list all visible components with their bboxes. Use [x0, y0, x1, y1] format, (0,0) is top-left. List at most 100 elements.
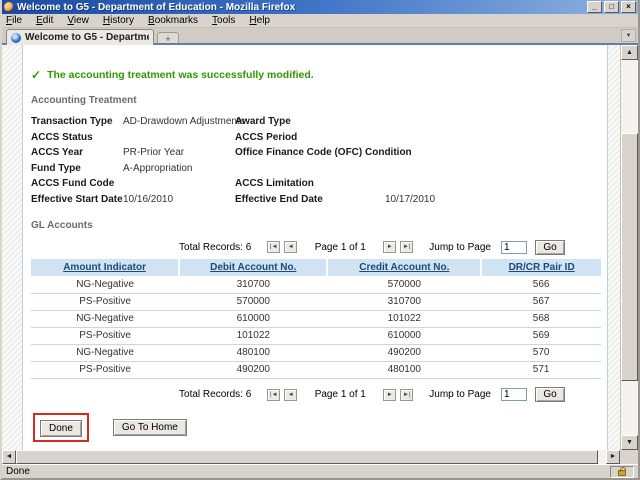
total-records: Total Records: 6 — [179, 242, 251, 253]
field-value: A-Appropriation — [123, 163, 235, 174]
cell: NG-Negative — [31, 276, 179, 293]
cell: 101022 — [179, 327, 327, 344]
go-button[interactable]: Go — [535, 387, 565, 402]
field-label: Fund Type — [31, 163, 123, 174]
pagination-top: Total Records: 6 |◄ ◄ Page 1 of 1 ► ►| J… — [31, 239, 565, 255]
vertical-scrollbar: ▲ ▼ — [620, 45, 638, 450]
menu-bar: File Edit View History Bookmarks Tools H… — [2, 14, 638, 28]
field-label: ACCS Limitation — [235, 178, 385, 189]
red-highlight-box: Done — [33, 413, 89, 442]
accounting-treatment-form: Transaction Type AD-Drawdown Adjustments… — [31, 114, 601, 207]
gl-accounts-table: Amount Indicator Debit Account No. Credi… — [31, 259, 601, 379]
header-debit-account[interactable]: Debit Account No. — [179, 259, 327, 276]
cell: 101022 — [327, 310, 481, 327]
scroll-right-icon[interactable]: ► — [606, 450, 620, 464]
field-label: Office Finance Code (OFC) Condition — [235, 147, 385, 158]
field-value: AD-Drawdown Adjustments — [123, 116, 235, 127]
cell: PS-Positive — [31, 361, 179, 378]
cell: PS-Positive — [31, 327, 179, 344]
tab-welcome-g5[interactable]: Welcome to G5 - Department of Edu... — [6, 29, 154, 45]
next-page-icon[interactable]: ► — [383, 389, 396, 401]
field-label: Effective End Date — [235, 194, 385, 205]
prev-page-icon[interactable]: ◄ — [284, 389, 297, 401]
cell: 570 — [481, 344, 601, 361]
horizontal-scroll-thumb[interactable] — [16, 450, 598, 464]
cell: 568 — [481, 310, 601, 327]
next-page-icon[interactable]: ► — [383, 241, 396, 253]
field-label: ACCS Status — [31, 132, 123, 143]
cell: 567 — [481, 293, 601, 310]
header-amount-indicator[interactable]: Amount Indicator — [31, 259, 179, 276]
window-title: Welcome to G5 - Department of Education … — [17, 2, 584, 13]
menu-history[interactable]: History — [103, 15, 134, 26]
first-page-icon[interactable]: |◄ — [267, 389, 280, 401]
cell: NG-Negative — [31, 344, 179, 361]
menu-view[interactable]: View — [67, 15, 89, 26]
menu-bookmarks[interactable]: Bookmarks — [148, 15, 198, 26]
menu-tools[interactable]: Tools — [212, 15, 235, 26]
table-row: NG-Negative 310700 570000 566 — [31, 276, 601, 293]
scrollbar-corner — [620, 450, 638, 464]
go-button[interactable]: Go — [535, 240, 565, 255]
cell: PS-Positive — [31, 293, 179, 310]
last-page-icon[interactable]: ►| — [400, 241, 413, 253]
cell: 490200 — [327, 344, 481, 361]
vertical-scroll-thumb[interactable] — [621, 133, 638, 381]
restore-icon[interactable]: □ — [604, 1, 619, 13]
field-value: PR-Prior Year — [123, 147, 235, 158]
first-page-icon[interactable]: |◄ — [267, 241, 280, 253]
header-credit-account[interactable]: Credit Account No. — [327, 259, 481, 276]
total-records: Total Records: 6 — [179, 389, 251, 400]
go-to-home-button[interactable]: Go To Home — [113, 419, 187, 436]
scroll-down-icon[interactable]: ▼ — [621, 435, 638, 450]
vertical-scroll-track[interactable] — [621, 60, 638, 435]
jump-to-page-label: Jump to Page — [429, 389, 491, 400]
field-label: Award Type — [235, 116, 385, 127]
cell: 610000 — [327, 327, 481, 344]
last-page-icon[interactable]: ►| — [400, 389, 413, 401]
cell: 571 — [481, 361, 601, 378]
cell: 480100 — [179, 344, 327, 361]
menu-edit[interactable]: Edit — [36, 15, 53, 26]
tab-strip: Welcome to G5 - Department of Edu... + ▼ — [2, 28, 638, 45]
security-panel[interactable] — [610, 466, 634, 478]
menu-file[interactable]: File — [6, 15, 22, 26]
section-accounting-treatment: Accounting Treatment — [31, 95, 601, 106]
success-message: ✓ The accounting treatment was successfu… — [31, 68, 601, 82]
tab-label: Welcome to G5 - Department of Edu... — [25, 32, 149, 43]
status-bar: Done — [2, 464, 638, 478]
prev-page-icon[interactable]: ◄ — [284, 241, 297, 253]
list-all-tabs-icon[interactable]: ▼ — [621, 29, 636, 42]
cell: 490200 — [179, 361, 327, 378]
field-label: Transaction Type — [31, 116, 123, 127]
done-button[interactable]: Done — [40, 420, 82, 437]
page-status: Page 1 of 1 — [309, 389, 371, 400]
close-icon[interactable]: × — [621, 1, 636, 13]
jump-to-page-input[interactable] — [501, 388, 527, 401]
menu-help[interactable]: Help — [249, 15, 270, 26]
minimize-icon[interactable]: _ — [587, 1, 602, 13]
cell: 480100 — [327, 361, 481, 378]
page-status: Page 1 of 1 — [309, 242, 371, 253]
status-text: Done — [6, 466, 610, 477]
cell: 570000 — [327, 276, 481, 293]
table-row: NG-Negative 610000 101022 568 — [31, 310, 601, 327]
action-buttons: Done Go To Home — [31, 413, 601, 442]
cell: 569 — [481, 327, 601, 344]
jump-to-page-input[interactable] — [501, 241, 527, 254]
table-row: PS-Positive 570000 310700 567 — [31, 293, 601, 310]
cell: 610000 — [179, 310, 327, 327]
scroll-up-icon[interactable]: ▲ — [621, 45, 638, 60]
field-value: 10/17/2010 — [385, 194, 601, 205]
header-pair-id[interactable]: DR/CR Pair ID — [481, 259, 601, 276]
horizontal-scroll-track[interactable] — [16, 450, 606, 464]
horizontal-scrollbar: ◄ ► — [2, 450, 620, 464]
firefox-icon — [4, 2, 14, 12]
cell: NG-Negative — [31, 310, 179, 327]
table-header-row: Amount Indicator Debit Account No. Credi… — [31, 259, 601, 276]
title-bar: Welcome to G5 - Department of Education … — [2, 0, 638, 14]
table-row: NG-Negative 480100 490200 570 — [31, 344, 601, 361]
page-background: ✓ The accounting treatment was successfu… — [2, 45, 620, 450]
table-row: PS-Positive 490200 480100 571 — [31, 361, 601, 378]
scroll-left-icon[interactable]: ◄ — [2, 450, 16, 464]
